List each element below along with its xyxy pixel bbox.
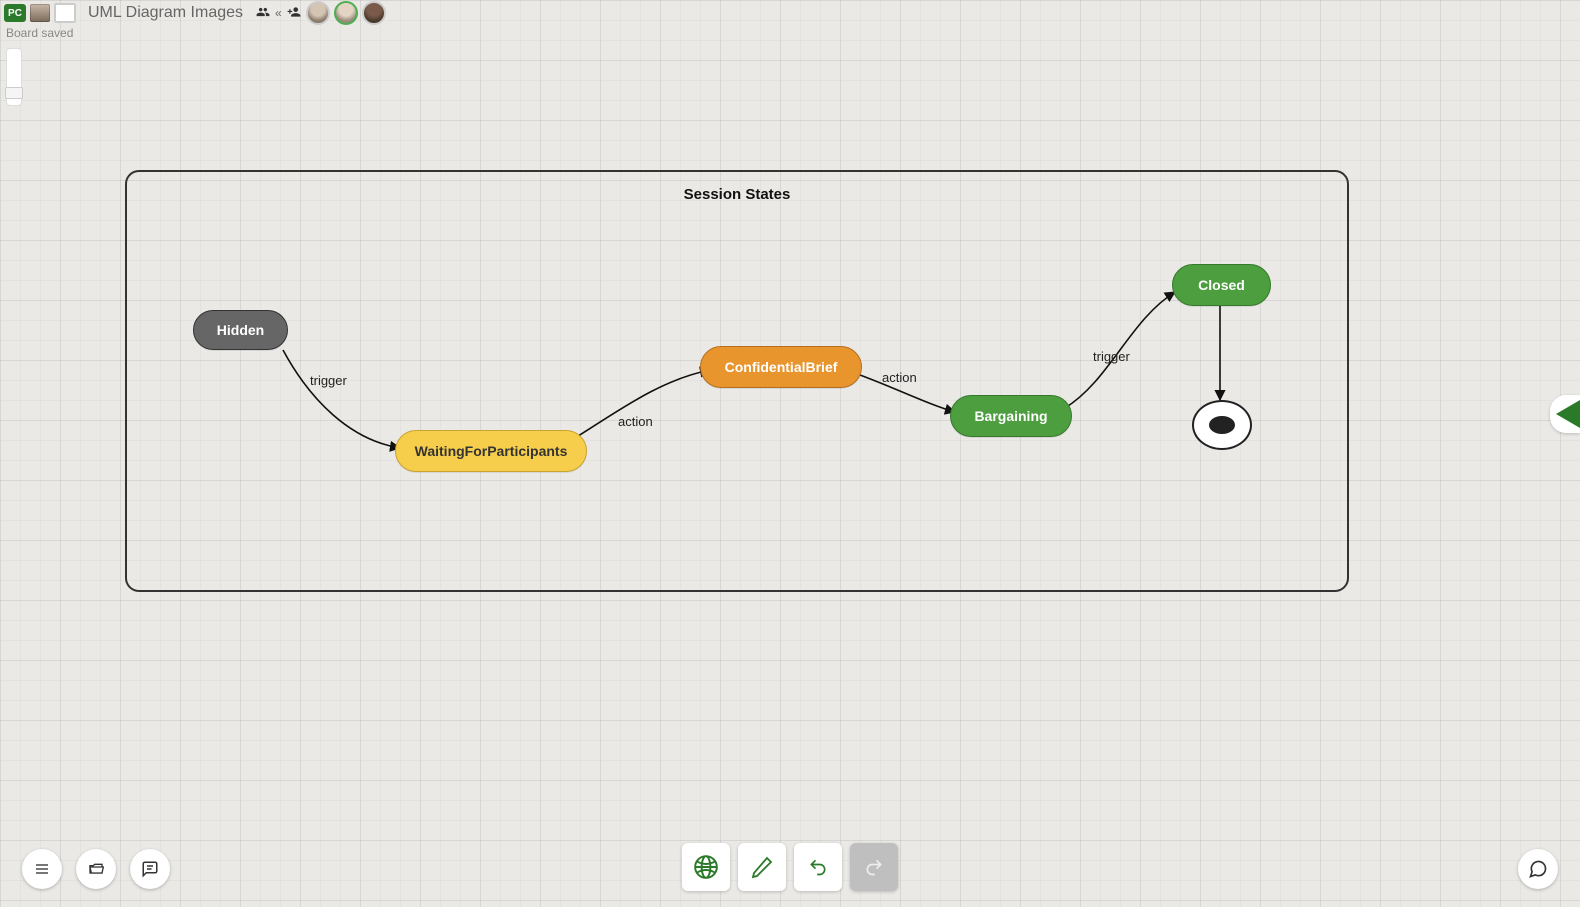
status-text: Board saved xyxy=(6,26,73,40)
bottom-left-toolbar xyxy=(22,849,170,889)
globe-button[interactable] xyxy=(682,843,730,891)
group-icon[interactable] xyxy=(255,5,271,22)
avatar[interactable] xyxy=(306,1,330,25)
state-waiting[interactable]: WaitingForParticipants xyxy=(395,430,587,472)
state-closed[interactable]: Closed xyxy=(1172,264,1271,306)
open-button[interactable] xyxy=(76,849,116,889)
edge-label: action xyxy=(618,414,653,429)
edge-label: trigger xyxy=(1093,349,1130,364)
blank-avatar[interactable] xyxy=(54,3,76,23)
state-hidden[interactable]: Hidden xyxy=(193,310,288,350)
bottom-center-toolbar xyxy=(682,843,898,891)
avatar[interactable] xyxy=(30,4,50,22)
avatar[interactable] xyxy=(362,1,386,25)
undo-button[interactable] xyxy=(794,843,842,891)
project-badge[interactable]: PC xyxy=(4,4,26,22)
board-title[interactable]: UML Diagram Images xyxy=(88,4,243,22)
bottom-right-toolbar xyxy=(1518,849,1558,889)
menu-button[interactable] xyxy=(22,849,62,889)
chat-button[interactable] xyxy=(1518,849,1558,889)
redo-button[interactable] xyxy=(850,843,898,891)
comments-button[interactable] xyxy=(130,849,170,889)
edge-label: trigger xyxy=(310,373,347,388)
state-confidential[interactable]: ConfidentialBrief xyxy=(700,346,862,388)
zoom-slider[interactable] xyxy=(6,48,22,106)
edit-button[interactable] xyxy=(738,843,786,891)
avatar[interactable] xyxy=(334,1,358,25)
edge-label: action xyxy=(882,370,917,385)
add-user-icon[interactable] xyxy=(286,5,302,22)
state-bargaining[interactable]: Bargaining xyxy=(950,395,1072,437)
collapse-icon[interactable]: « xyxy=(275,6,282,20)
diagram-title: Session States xyxy=(127,186,1347,203)
top-toolbar: PC UML Diagram Images « xyxy=(0,0,1580,26)
final-state[interactable] xyxy=(1192,400,1252,450)
